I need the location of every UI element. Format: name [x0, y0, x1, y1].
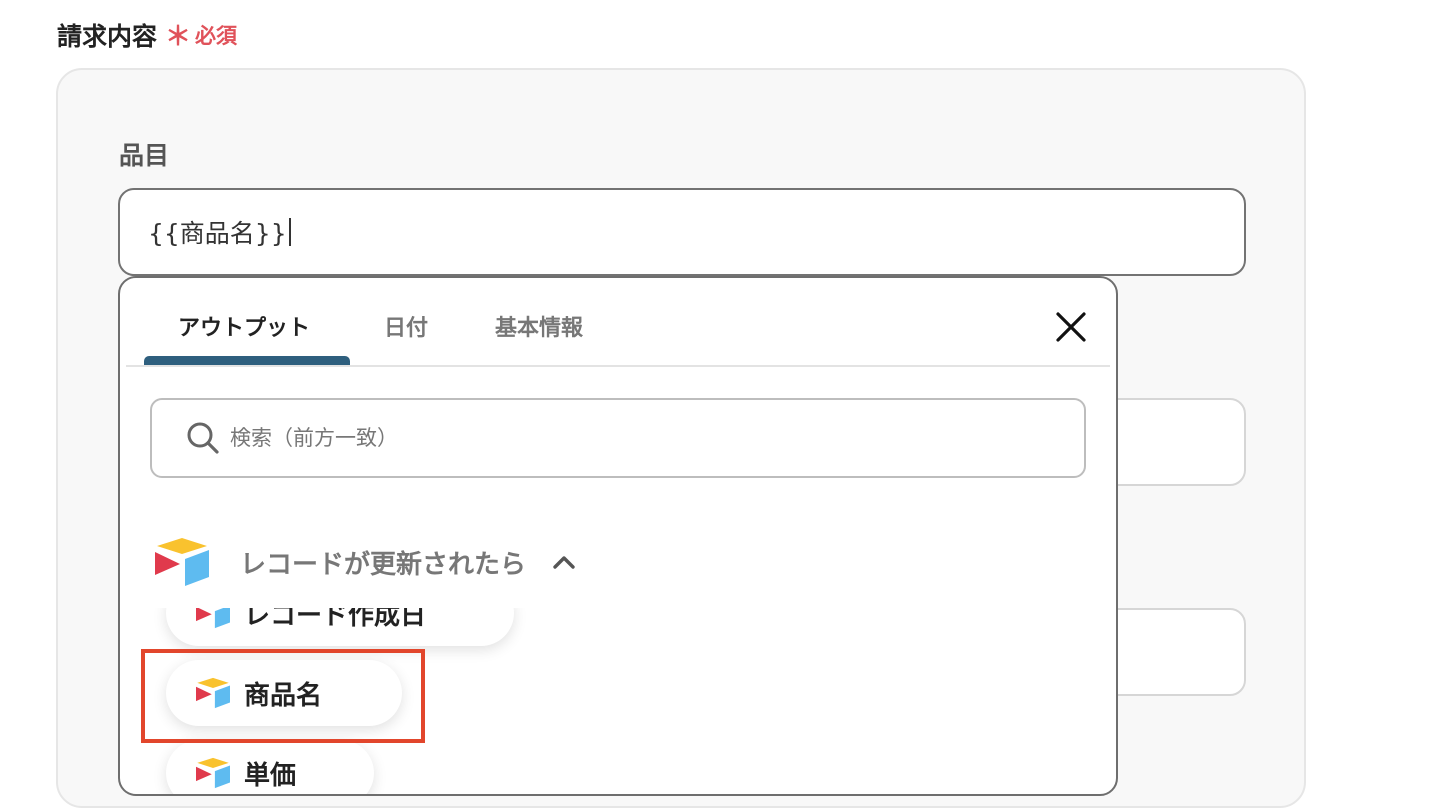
list-item[interactable]: 単価	[166, 740, 374, 794]
search-input[interactable]	[228, 425, 1012, 451]
airtable-logo-icon	[196, 677, 230, 709]
tab-divider	[126, 365, 1110, 367]
list-item[interactable]: 商品名	[166, 660, 402, 726]
list-item-label: 商品名	[244, 680, 323, 711]
list-item-label: レコード作成日	[244, 608, 427, 631]
popup-tabs: アウトプット 日付 基本情報	[120, 278, 1116, 367]
close-icon[interactable]	[1054, 310, 1088, 344]
list-item-label: 単価	[244, 760, 297, 791]
airtable-logo-icon	[196, 608, 230, 629]
tab-basic-info[interactable]: 基本情報	[495, 310, 583, 342]
airtable-logo-icon	[155, 538, 209, 586]
search-icon	[187, 422, 219, 454]
airtable-logo-icon	[196, 757, 230, 789]
search-box	[150, 398, 1086, 478]
chevron-up-icon[interactable]	[552, 554, 576, 570]
item-input[interactable]: {{商品名}}	[118, 188, 1246, 276]
variable-picker-popup: アウトプット 日付 基本情報 レコードが更新されたら	[118, 276, 1118, 796]
output-list: レコード作成日 商品名 単価	[120, 608, 1116, 794]
item-input-value: {{商品名}}	[148, 219, 287, 248]
section-title: 請求内容 ＊ 必須	[57, 16, 237, 53]
required-label: 必須	[195, 23, 238, 48]
tab-date[interactable]: 日付	[384, 310, 428, 342]
text-caret	[288, 218, 291, 246]
group-header[interactable]: レコードが更新されたら	[152, 532, 576, 592]
tab-output[interactable]: アウトプット	[178, 310, 310, 342]
section-title-text: 請求内容	[57, 21, 158, 51]
list-item[interactable]: レコード作成日	[166, 608, 514, 646]
group-title: レコードが更新されたら	[240, 549, 527, 580]
required-asterisk: ＊	[165, 22, 192, 52]
item-field-label: 品目	[119, 141, 170, 170]
